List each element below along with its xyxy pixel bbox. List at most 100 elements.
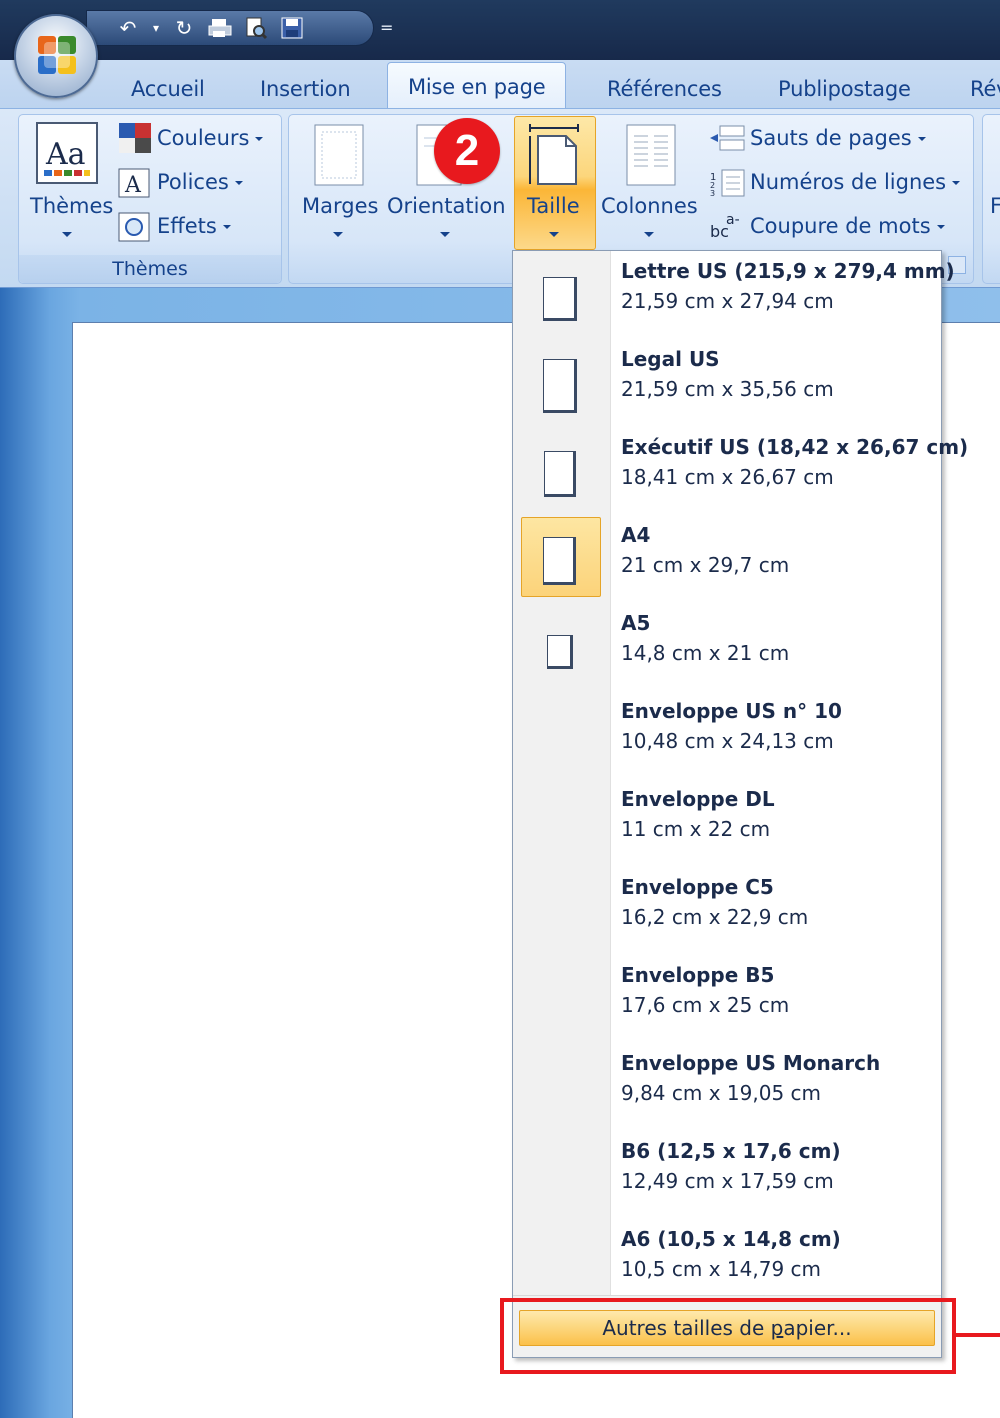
undo-icon[interactable]: ↶ (115, 16, 141, 40)
size-dropdown-icon (549, 232, 559, 237)
step-callout-badge: 2 (434, 118, 500, 184)
size-item-name: A5 (621, 611, 651, 635)
size-item-b6[interactable]: B6 (12,5 x 17,6 cm) 12,49 cm x 17,59 cm (513, 1131, 941, 1219)
line-numbers-dropdown-icon (952, 181, 961, 185)
size-item-enveloppe-c5[interactable]: Enveloppe C5 16,2 cm x 22,9 cm (513, 867, 941, 955)
redo-icon[interactable]: ↻ (171, 16, 197, 40)
fonts-label: Polices (157, 170, 229, 194)
size-item-name: A6 (10,5 x 14,8 cm) (621, 1227, 841, 1251)
size-item-enveloppe-dl[interactable]: Enveloppe DL 11 cm x 22 cm (513, 779, 941, 867)
margins-icon[interactable] (314, 124, 364, 186)
size-item-dims: 11 cm x 22 cm (621, 817, 771, 841)
columns-label[interactable]: Colonnes (601, 194, 698, 218)
page-size-icon (543, 537, 576, 585)
tab-mise-en-page[interactable]: Mise en page (387, 62, 567, 110)
size-item-name: Enveloppe US Monarch (621, 1051, 881, 1075)
effects-icon[interactable] (118, 212, 150, 242)
fonts-button[interactable]: Polices (157, 170, 243, 194)
size-item-dims: 9,84 cm x 19,05 cm (621, 1081, 822, 1105)
save-icon[interactable] (279, 16, 305, 40)
office-logo-icon (38, 36, 76, 74)
size-item-name: Exécutif US (18,42 x 26,67 cm) (621, 435, 969, 459)
size-item-a4[interactable]: A4 21 cm x 29,7 cm (513, 515, 941, 603)
annotation-highlight-box (500, 1298, 956, 1374)
orientation-dropdown-icon (440, 232, 450, 237)
page-size-icon (544, 451, 576, 497)
page-size-icon (543, 359, 577, 413)
breaks-dropdown-icon (917, 137, 926, 141)
size-item-executif-us[interactable]: Exécutif US (18,42 x 26,67 cm) 18,41 cm … (513, 427, 968, 515)
breaks-button[interactable]: Sauts de pages (750, 126, 926, 150)
hyphenation-button[interactable]: Coupure de mots (750, 214, 945, 238)
tab-revision[interactable]: Rév (970, 72, 1000, 106)
size-item-a6[interactable]: A6 (10,5 x 14,8 cm) 10,5 cm x 14,79 cm (513, 1219, 941, 1307)
undo-dropdown-icon[interactable]: ▾ (151, 16, 161, 40)
size-label: Taille (527, 194, 580, 218)
svg-text:3: 3 (710, 189, 715, 198)
qat-customize-icon[interactable]: = (380, 18, 393, 37)
size-item-name: Enveloppe DL (621, 787, 775, 811)
orientation-label[interactable]: Orientation (387, 194, 506, 218)
group-label-themes: Thèmes (19, 255, 281, 283)
breaks-icon (710, 125, 745, 151)
size-item-enveloppe-b5[interactable]: Enveloppe B5 17,6 cm x 25 cm (513, 955, 941, 1043)
size-item-dims: 10,48 cm x 24,13 cm (621, 729, 834, 753)
effects-dropdown-icon (222, 225, 231, 229)
themes-icon[interactable]: Aa (36, 122, 98, 184)
size-icon (529, 124, 579, 185)
size-item-name: B6 (12,5 x 17,6 cm) (621, 1139, 841, 1163)
columns-dropdown-icon (644, 232, 654, 237)
tab-publipostage[interactable]: Publipostage (778, 72, 911, 106)
columns-icon[interactable] (626, 124, 676, 186)
effects-button[interactable]: Effets (157, 214, 231, 238)
line-numbers-button[interactable]: Numéros de lignes (750, 170, 961, 194)
size-dropdown-menu: Lettre US (215,9 x 279,4 mm) 21,59 cm x … (512, 250, 968, 1358)
hyphenation-icon: bc a- (708, 212, 748, 241)
size-item-dims: 14,8 cm x 21 cm (621, 641, 790, 665)
size-item-name: A4 (621, 523, 651, 547)
themes-button-label[interactable]: Thèmes (30, 194, 113, 218)
svg-text:Aa: Aa (45, 137, 86, 172)
size-item-enveloppe-us-monarch[interactable]: Enveloppe US Monarch 9,84 cm x 19,05 cm (513, 1043, 941, 1131)
size-item-name: Enveloppe B5 (621, 963, 775, 987)
size-item-dims: 17,6 cm x 25 cm (621, 993, 790, 1017)
size-item-name: Lettre US (215,9 x 279,4 mm) (621, 259, 955, 283)
size-item-name: Enveloppe US n° 10 (621, 699, 842, 723)
page-size-icon (547, 635, 573, 669)
size-item-enveloppe-us-10[interactable]: Enveloppe US n° 10 10,48 cm x 24,13 cm (513, 691, 941, 779)
size-item-lettre-us[interactable]: Lettre US (215,9 x 279,4 mm) 21,59 cm x … (513, 251, 955, 339)
print-icon[interactable] (207, 16, 233, 40)
colors-label: Couleurs (157, 126, 250, 150)
size-item-legal-us[interactable]: Legal US 21,59 cm x 35,56 cm (513, 339, 941, 427)
hyphenation-label: Coupure de mots (750, 214, 931, 238)
svg-text:A: A (124, 173, 142, 198)
margins-dropdown-icon (333, 232, 343, 237)
size-item-dims: 21,59 cm x 35,56 cm (621, 377, 834, 401)
line-numbers-label: Numéros de lignes (750, 170, 947, 194)
size-item-dims: 21 cm x 29,7 cm (621, 553, 790, 577)
print-preview-icon[interactable] (243, 16, 269, 40)
size-item-name: Enveloppe C5 (621, 875, 774, 899)
breaks-label: Sauts de pages (750, 126, 912, 150)
office-button[interactable] (14, 14, 98, 98)
colors-button[interactable]: Couleurs (157, 126, 264, 150)
size-item-dims: 16,2 cm x 22,9 cm (621, 905, 809, 929)
margins-label[interactable]: Marges (302, 194, 378, 218)
annotation-pointer-line (956, 1333, 1000, 1337)
quick-access-toolbar: ↶ ▾ ↻ (86, 10, 374, 46)
themes-dropdown-icon (62, 232, 72, 237)
size-item-a5[interactable]: A5 14,8 cm x 21 cm (513, 603, 941, 691)
size-item-dims: 21,59 cm x 27,94 cm (621, 289, 834, 313)
page-size-icon (543, 277, 577, 321)
colors-dropdown-icon (255, 137, 264, 141)
fonts-icon[interactable]: A (118, 168, 150, 198)
tab-accueil[interactable]: Accueil (131, 72, 205, 106)
colors-icon[interactable] (118, 122, 152, 154)
hyphenation-icon-sup: a- (726, 212, 740, 228)
size-item-dims: 12,49 cm x 17,59 cm (621, 1169, 834, 1193)
size-item-dims: 18,41 cm x 26,67 cm (621, 465, 834, 489)
tab-references[interactable]: Références (607, 72, 722, 106)
tab-insertion[interactable]: Insertion (260, 72, 351, 106)
effects-label: Effets (157, 214, 217, 238)
size-item-dims: 10,5 cm x 14,79 cm (621, 1257, 822, 1281)
